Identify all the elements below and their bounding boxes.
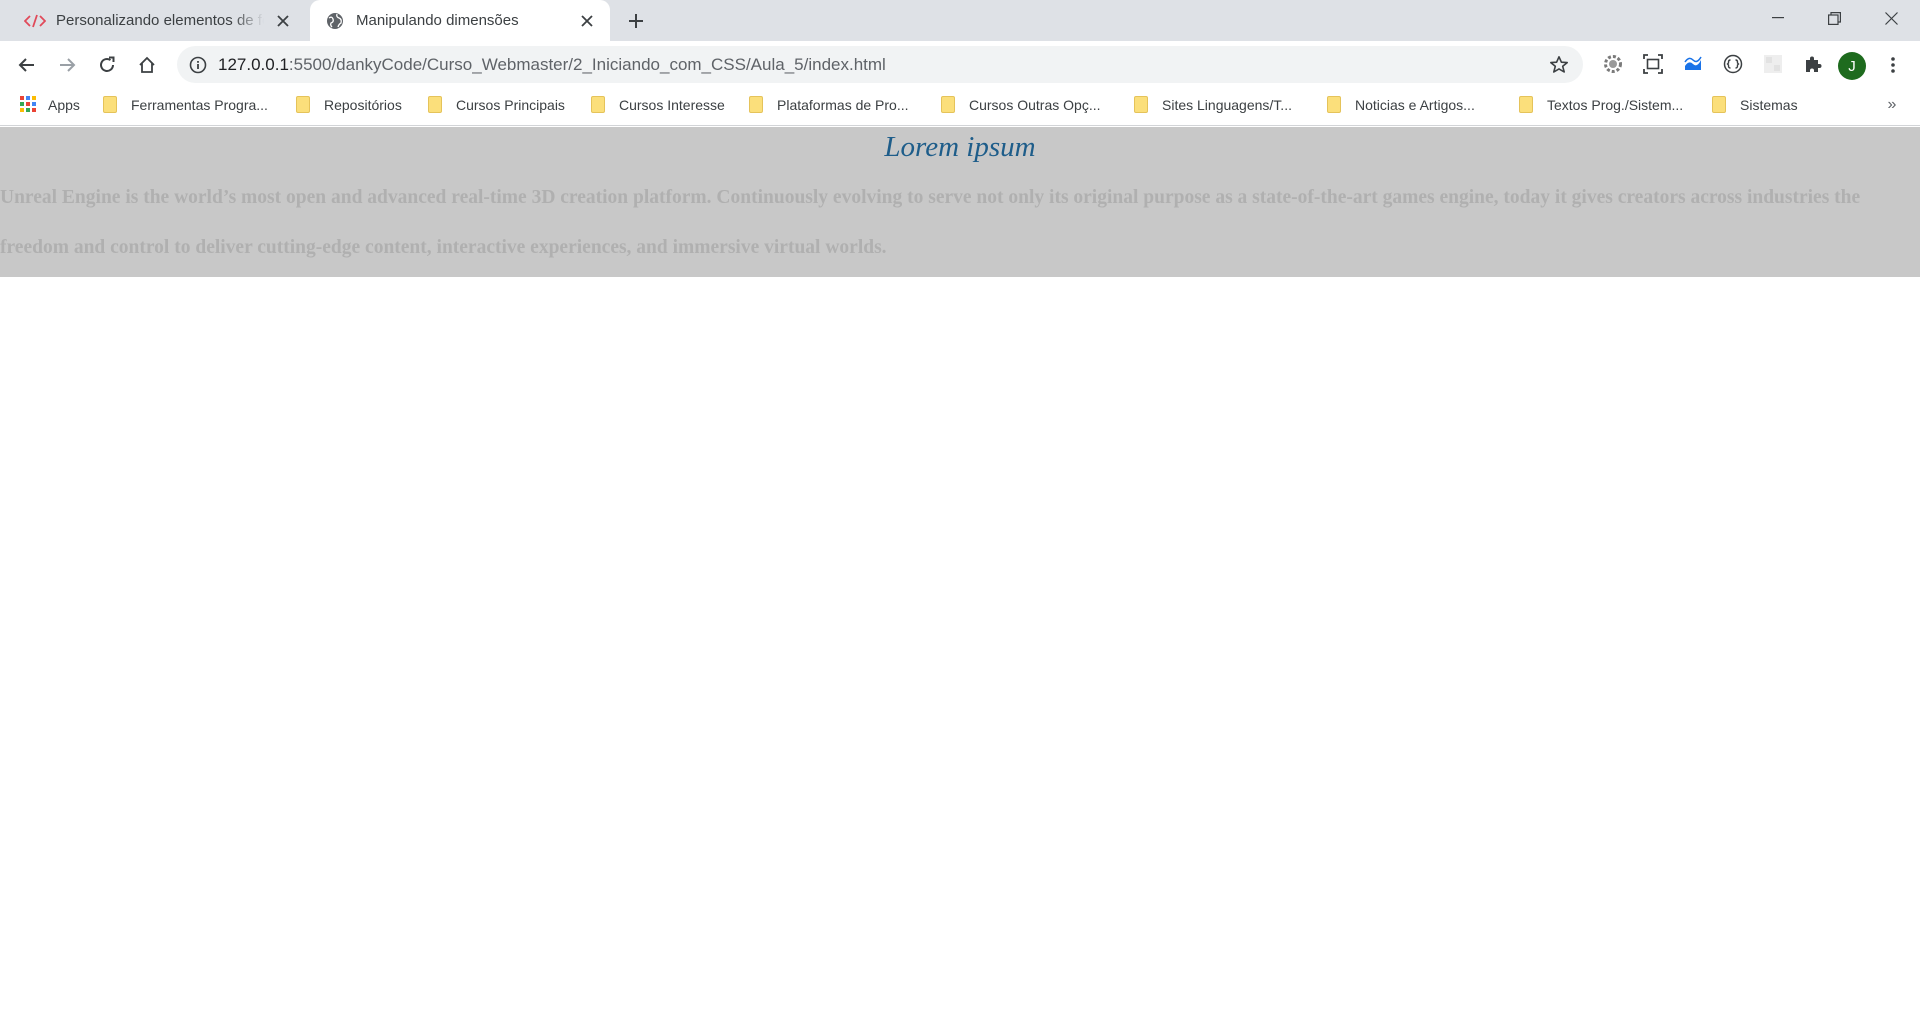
apps-grid-icon [20,96,36,114]
bookmark-folder-sistemas[interactable]: Sistemas [1712,88,1798,122]
bookmark-folder-cursos-outras[interactable]: Cursos Outras Opç... [941,88,1100,122]
home-button[interactable] [130,48,164,82]
forward-button[interactable] [50,48,84,82]
bookmark-folder-textos[interactable]: Textos Prog./Sistem... [1519,88,1683,122]
restore-icon [1828,11,1841,25]
bookmark-folder-plataformas[interactable]: Plataformas de Pro... [749,88,909,122]
bookmark-folder-cursos-principais[interactable]: Cursos Principais [428,88,565,122]
reload-icon [100,56,115,72]
content-block: Lorem ipsum Unreal Engine is the world’s… [0,127,1920,277]
address-bar[interactable]: 127.0.0.1:5500/dankyCode/Curso_Webmaster… [177,46,1583,83]
bookmark-folder-noticias[interactable]: Noticias e Artigos... [1327,88,1475,122]
url-path: :5500/dankyCode/Curso_Webmaster/2_Inicia… [288,55,886,74]
tab-manipulando[interactable]: Manipulando dimensões [310,0,610,41]
back-button[interactable] [10,48,44,82]
tab-title: Personalizando elementos de formulário [56,12,264,29]
folder-icon [296,96,312,114]
browser-toolbar: 127.0.0.1:5500/dankyCode/Curso_Webmaster… [0,41,1920,88]
page-paragraph: Unreal Engine is the world’s most open a… [0,187,1861,258]
folder-icon [1712,96,1728,114]
folder-icon [1134,96,1150,114]
tab-personalizando[interactable]: Personalizando elementos de formulário [10,0,306,41]
minimize-icon [1771,17,1784,19]
arrow-right-icon [60,58,76,72]
code-braces-extension-icon[interactable] [1721,52,1745,76]
bookmark-label: Sistemas [1740,97,1798,113]
faded-extension-icon[interactable] [1761,52,1785,76]
close-window-button[interactable] [1863,0,1920,36]
bookmark-folder-repositorios[interactable]: Repositórios [296,88,402,122]
profile-avatar[interactable]: J [1838,52,1866,80]
tab-strip: Personalizando elementos de formulário M… [0,0,1920,41]
page-viewport: Lorem ipsum Unreal Engine is the world’s… [0,127,1920,1030]
screenshot-extension-icon[interactable] [1641,52,1665,76]
bookmark-label: Cursos Principais [456,97,565,113]
new-tab-button[interactable] [622,7,650,35]
page-heading: Lorem ipsum [884,131,1036,163]
more-bookmarks-button[interactable]: » [1880,88,1904,122]
bookmark-label: Sites Linguagens/T... [1162,97,1292,113]
folder-icon [749,96,765,114]
close-tab-icon[interactable] [272,10,294,32]
folder-icon [941,96,957,114]
bookmark-label: Noticias e Artigos... [1355,97,1475,113]
globe-icon [324,10,346,32]
bookmark-label: Textos Prog./Sistem... [1547,97,1684,113]
folder-icon [103,96,119,114]
wave-extension-icon[interactable] [1681,52,1705,76]
bookmark-star-icon[interactable] [1547,53,1571,77]
settings-extension-icon[interactable] [1601,52,1625,76]
reload-button[interactable] [90,48,124,82]
bookmark-folder-sites-linguagens[interactable]: Sites Linguagens/T... [1134,88,1292,122]
bookmark-label: Apps [48,97,80,113]
bookmark-label: Plataformas de Pro... [777,97,909,113]
bookmark-apps[interactable]: Apps [20,88,80,122]
restore-window-button[interactable] [1806,0,1863,36]
folder-icon [591,96,607,114]
arrow-left-icon [18,58,34,72]
bookmark-folder-ferramentas[interactable]: Ferramentas Progra... [103,88,268,122]
kebab-menu-icon [1891,57,1895,73]
bookmarks-bar: Apps Ferramentas Progra... Repositórios … [0,88,1920,126]
close-icon [1885,11,1898,25]
url-text: 127.0.0.1:5500/dankyCode/Curso_Webmaster… [218,46,886,83]
code-icon [24,10,46,32]
info-icon[interactable] [187,54,209,76]
bookmark-label: Cursos Outras Opç... [969,97,1101,113]
folder-icon [1327,96,1343,114]
folder-icon [1519,96,1535,114]
bookmark-label: Repositórios [324,97,402,113]
minimize-window-button[interactable] [1749,0,1806,36]
puzzle-extensions-icon[interactable] [1801,52,1825,76]
browser-menu-button[interactable] [1876,48,1910,82]
folder-icon [428,96,444,114]
bookmark-label: Ferramentas Progra... [131,97,268,113]
url-host: 127.0.0.1 [218,55,289,74]
tab-title: Manipulando dimensões [356,12,519,29]
bookmark-label: Cursos Interesse [619,97,725,113]
home-icon [139,56,155,73]
close-tab-icon[interactable] [576,10,598,32]
bookmark-folder-cursos-interesse[interactable]: Cursos Interesse [591,88,725,122]
